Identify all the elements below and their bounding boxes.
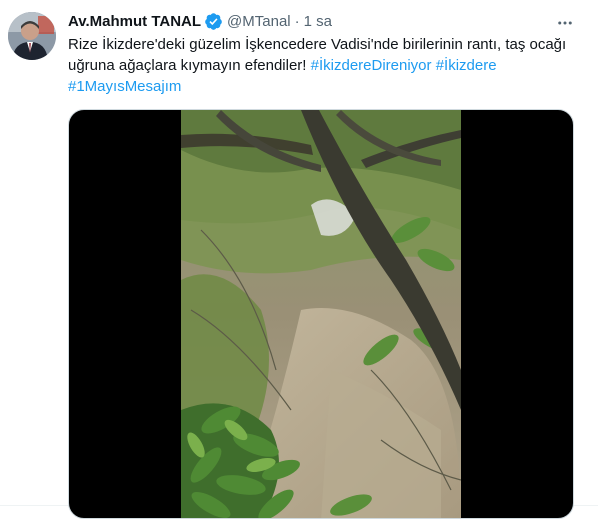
verified-badge-icon <box>204 12 223 31</box>
video-player-icon <box>181 110 461 518</box>
more-horizontal-icon[interactable] <box>554 12 576 34</box>
hashtag-link[interactable]: #İkizdere <box>436 57 497 74</box>
dot-separator: · <box>294 12 300 30</box>
tweet-text: Rize İkizdere'deki güzelim İşkencedere V… <box>68 34 568 97</box>
author-handle[interactable]: @MTanal <box>227 13 291 30</box>
profile-photo-icon <box>8 12 56 60</box>
hashtag-link[interactable]: #1MayısMesajım <box>68 78 181 95</box>
hashtag-link[interactable]: #İkizdereDireniyor <box>311 57 432 74</box>
avatar[interactable] <box>8 12 56 60</box>
author-name[interactable]: Av.Mahmut TANAL <box>68 13 201 30</box>
video-player[interactable] <box>68 109 574 519</box>
tweet-header: Av.Mahmut TANAL @MTanal · 1 sa <box>68 10 582 32</box>
tweet-text-line-1: Rize İkizdere'deki güzelim İşkencedere V… <box>68 36 567 53</box>
tweet-text-line-2: uğruna ağaçlara kıymayın efendiler! <box>68 57 311 74</box>
video-frame[interactable] <box>181 110 461 518</box>
tweet-content: Av.Mahmut TANAL @MTanal · 1 sa Rize İkiz… <box>68 10 582 97</box>
tweet-card[interactable]: Av.Mahmut TANAL @MTanal · 1 sa Rize İkiz… <box>0 0 598 519</box>
timestamp-link[interactable]: 1 sa <box>304 13 332 30</box>
